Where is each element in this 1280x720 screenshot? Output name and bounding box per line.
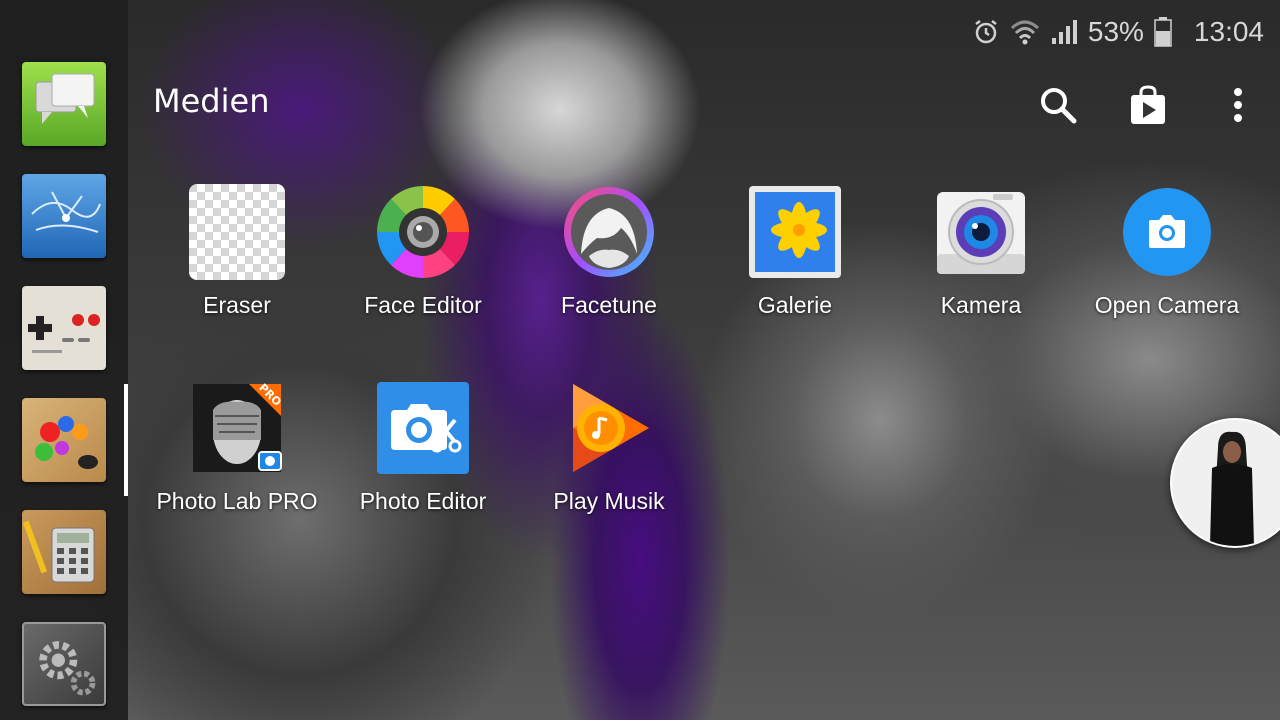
app-label: Kamera xyxy=(940,292,1022,318)
app-facetune[interactable]: Facetune xyxy=(516,184,702,364)
photo-editor-icon xyxy=(377,382,469,474)
page-title: Medien xyxy=(153,82,270,120)
side-dock xyxy=(0,0,128,720)
calculator-icon xyxy=(22,520,95,583)
search-icon xyxy=(1041,88,1077,124)
dock-item-game[interactable] xyxy=(22,286,106,370)
facetune-icon xyxy=(564,187,654,277)
more-options-button[interactable] xyxy=(1218,82,1258,128)
app-galerie[interactable]: Galerie xyxy=(702,184,888,364)
dock-item-browser[interactable] xyxy=(22,174,106,258)
app-kamera[interactable]: Kamera xyxy=(888,184,1074,364)
person-avatar-icon xyxy=(1172,420,1280,546)
clock: 13:04 xyxy=(1193,16,1264,47)
app-label: Play Musik xyxy=(553,488,665,514)
alarm-icon xyxy=(975,20,997,44)
face-editor-icon xyxy=(377,186,469,278)
more-vert-icon xyxy=(1234,88,1242,122)
header-actions xyxy=(1038,82,1258,128)
photo-lab-icon: PRO xyxy=(193,381,284,472)
status-bar: 53% 13:04 xyxy=(972,10,1264,54)
signal-icon xyxy=(1051,20,1077,44)
app-play-musik[interactable]: Play Musik xyxy=(516,380,702,560)
app-eraser[interactable]: Eraser xyxy=(144,184,330,364)
dock-item-paint[interactable] xyxy=(22,398,106,482)
app-photo-editor[interactable]: Photo Editor xyxy=(330,380,516,560)
app-label: Photo Editor xyxy=(359,488,487,514)
browser-globe-icon xyxy=(31,191,101,233)
play-music-icon xyxy=(573,384,649,472)
eraser-icon xyxy=(189,184,285,280)
app-label: Facetune xyxy=(561,292,657,318)
dock-item-messages[interactable] xyxy=(22,62,106,146)
paint-icon xyxy=(35,416,98,469)
dock-active-indicator xyxy=(124,384,128,496)
app-face-editor[interactable]: Face Editor xyxy=(330,184,516,364)
search-button[interactable] xyxy=(1038,82,1078,128)
messages-icon xyxy=(35,73,95,124)
app-photo-lab-pro[interactable]: PRO Photo Lab PRO xyxy=(144,380,330,560)
battery-percent: 53% xyxy=(1087,16,1144,47)
dock-item-calculator[interactable] xyxy=(22,510,106,594)
gallery-icon xyxy=(749,186,841,278)
open-camera-icon xyxy=(1123,188,1211,276)
game-emulator-icon xyxy=(28,314,100,353)
play-store-button[interactable] xyxy=(1128,82,1168,128)
play-store-icon xyxy=(1131,85,1165,124)
settings-gear-icon xyxy=(39,641,96,696)
app-open-camera[interactable]: Open Camera xyxy=(1074,184,1260,364)
app-label: Galerie xyxy=(757,292,833,318)
dock-item-settings[interactable] xyxy=(22,622,106,706)
app-label: Photo Lab PRO xyxy=(156,488,318,514)
app-label: Face Editor xyxy=(364,292,482,318)
camera-icon xyxy=(937,192,1025,274)
app-label: Eraser xyxy=(203,292,271,318)
wifi-icon xyxy=(1010,20,1039,45)
app-label: Open Camera xyxy=(1094,292,1240,318)
battery-icon xyxy=(1154,17,1172,47)
